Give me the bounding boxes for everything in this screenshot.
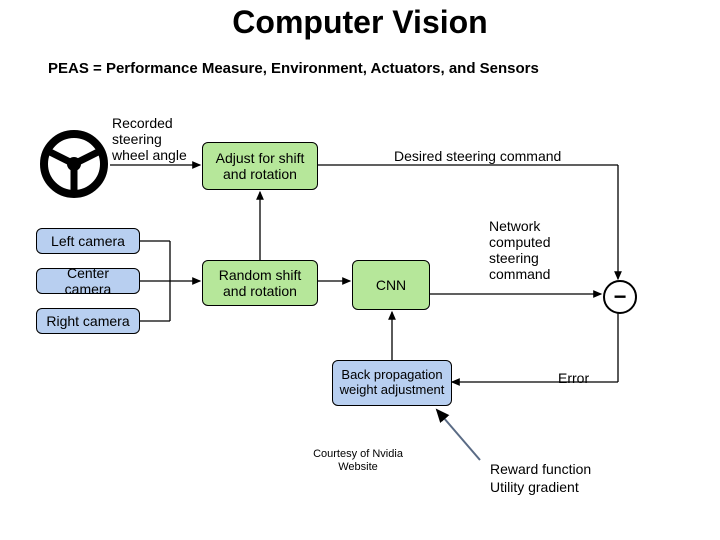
box-center-camera: Center camera	[36, 268, 140, 294]
box-backpropagation: Back propagation weight adjustment	[332, 360, 452, 406]
label-network-command: Network computed steering command	[489, 218, 550, 282]
minus-icon: −	[614, 284, 627, 310]
box-right-camera: Right camera	[36, 308, 140, 334]
peas-definition: PEAS = Performance Measure, Environment,…	[48, 60, 539, 77]
label-desired-steering: Desired steering command	[394, 148, 561, 164]
peas-lead: PEAS =	[48, 60, 106, 77]
box-cnn: CNN	[352, 260, 430, 310]
box-left-camera: Left camera	[36, 228, 140, 254]
annotation-reward-function: Reward function Utility gradient	[490, 460, 591, 496]
image-credit: Courtesy of Nvidia Website	[288, 448, 428, 474]
peas-rest: Performance Measure, Environment, Actuat…	[106, 60, 539, 77]
box-random-shift-rotation: Random shift and rotation	[202, 260, 318, 306]
page-title: Computer Vision	[0, 4, 720, 41]
label-recorded-steering: Recorded steering wheel angle	[112, 115, 187, 163]
label-error: Error	[558, 370, 589, 386]
subtractor-node: −	[603, 280, 637, 314]
steering-wheel-icon	[40, 130, 108, 198]
box-adjust-shift-rotation: Adjust for shift and rotation	[202, 142, 318, 190]
